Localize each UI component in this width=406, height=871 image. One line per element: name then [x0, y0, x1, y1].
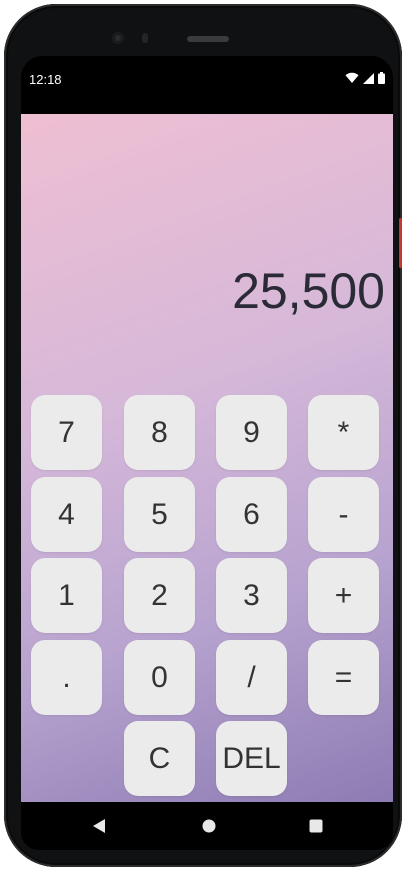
- key-clear[interactable]: C: [124, 721, 195, 796]
- key-6[interactable]: 6: [216, 477, 287, 552]
- front-camera: [112, 32, 124, 44]
- battery-icon: [378, 72, 385, 84]
- navigation-bar: [21, 802, 393, 850]
- key-multiply[interactable]: *: [308, 395, 379, 470]
- key-divide[interactable]: /: [216, 640, 287, 715]
- calculator-app: 25,500 7 8 9 * 4 5 6 - 1 2 3 + . 0 / = C…: [21, 114, 393, 802]
- key-8[interactable]: 8: [124, 395, 195, 470]
- result-display: 25,500: [232, 263, 385, 319]
- key-delete[interactable]: DEL: [216, 721, 287, 796]
- key-3[interactable]: 3: [216, 558, 287, 633]
- key-1[interactable]: 1: [31, 558, 102, 633]
- back-icon[interactable]: [92, 818, 106, 834]
- key-2[interactable]: 2: [124, 558, 195, 633]
- key-9[interactable]: 9: [216, 395, 287, 470]
- key-7[interactable]: 7: [31, 395, 102, 470]
- key-0[interactable]: 0: [124, 640, 195, 715]
- signal-icon: [363, 72, 374, 84]
- key-4[interactable]: 4: [31, 477, 102, 552]
- phone-frame: 12:18 25,500 7 8 9 * 4 5 6 - 1 2 3 + . 0…: [4, 4, 402, 867]
- screen: 12:18 25,500 7 8 9 * 4 5 6 - 1 2 3 + . 0…: [21, 56, 393, 850]
- power-button: [399, 218, 402, 268]
- key-subtract[interactable]: -: [308, 477, 379, 552]
- earpiece-speaker: [187, 36, 229, 42]
- recents-icon[interactable]: [309, 819, 323, 833]
- status-icons: [345, 72, 385, 84]
- wifi-icon: [345, 72, 359, 83]
- key-equals[interactable]: =: [308, 640, 379, 715]
- proximity-sensor: [142, 33, 148, 43]
- status-bar: 12:18: [21, 56, 393, 114]
- home-icon[interactable]: [202, 819, 216, 833]
- status-time: 12:18: [29, 72, 62, 87]
- key-decimal[interactable]: .: [31, 640, 102, 715]
- key-5[interactable]: 5: [124, 477, 195, 552]
- key-add[interactable]: +: [308, 558, 379, 633]
